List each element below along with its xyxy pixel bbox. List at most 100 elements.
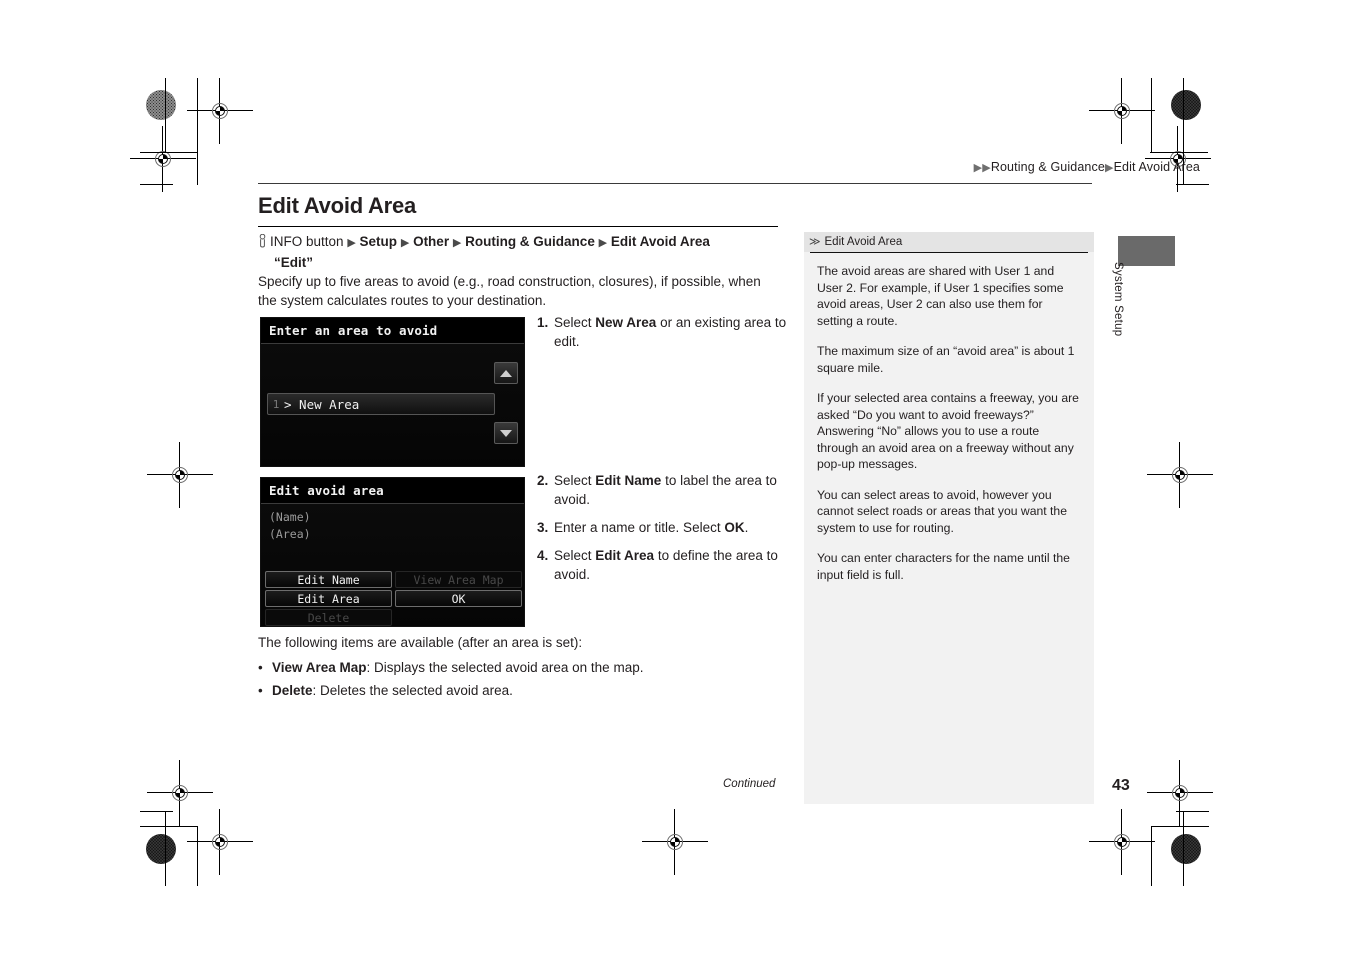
nav-item-routing-guidance[interactable]: Routing & Guidance	[465, 234, 595, 249]
breadcrumb-arrow-icon: ▶	[973, 162, 983, 174]
sidebar-header: ≫ Edit Avoid Area	[804, 232, 1094, 252]
corner-line	[1151, 826, 1209, 828]
sidebar-paragraph: If your selected area contains a freeway…	[817, 391, 1079, 472]
step-item: 4. Select Edit Area to define the area t…	[537, 546, 787, 584]
crosshair-bottom-center	[642, 809, 708, 875]
sidebar-body: The avoid areas are shared with User 1 a…	[804, 253, 1094, 583]
nav-item-edit-avoid-area[interactable]: Edit Avoid Area	[611, 234, 710, 249]
step-text: Enter a name or title. Select OK.	[554, 518, 787, 537]
crosshair-top-left-outer	[130, 126, 196, 192]
crosshair-top-right-inner	[1089, 78, 1155, 144]
sidebar-paragraph: The maximum size of an “avoid area” is a…	[817, 344, 1075, 375]
corner-line	[140, 826, 198, 828]
button-row: Edit Area OK	[265, 590, 522, 607]
crosshair-bottom-left-inner	[187, 809, 253, 875]
step-pre: Select	[554, 473, 596, 488]
breadcrumb-arrow-icon: ▶	[982, 162, 991, 174]
step-text: Select Edit Name to label the area to av…	[554, 471, 787, 509]
triangle-down-icon	[500, 429, 512, 437]
nav-arrow-icon: ▶	[347, 237, 356, 249]
section-tab-marker	[1118, 236, 1175, 266]
step-pre: Select	[554, 315, 596, 330]
field-name-placeholder: (Name)	[269, 510, 311, 524]
ok-button[interactable]: OK	[395, 590, 522, 607]
corner-line	[140, 184, 173, 186]
nav-arrow-icon: ▶	[452, 237, 462, 249]
step-pre: Select	[554, 548, 596, 563]
step-number: 1.	[537, 315, 549, 330]
step-number: 2.	[537, 473, 549, 488]
halftone-dot-bottom-right	[1171, 834, 1201, 864]
triangle-up-icon	[500, 369, 512, 377]
step-bold: OK	[724, 520, 745, 535]
crosshair-bottom-left-outer	[147, 760, 213, 826]
list-item: • Delete: Deletes the selected avoid are…	[258, 681, 788, 700]
screen2-title: Edit avoid area	[269, 483, 384, 498]
crosshair-bottom-right-outer	[1147, 760, 1213, 826]
scroll-up-button[interactable]	[494, 362, 518, 384]
nav-arrow-icon: ▶	[400, 237, 410, 249]
navigation-path: INFO button ▶ Setup ▶ Other ▶ Routing & …	[258, 232, 788, 272]
nav-screen-edit-avoid-area: Edit avoid area (Name) (Area) Edit Name …	[260, 477, 525, 627]
list-item: • View Area Map: Displays the selected a…	[258, 658, 788, 677]
bullet-desc: : Displays the selected avoid area on th…	[366, 660, 644, 675]
title-rule	[258, 226, 778, 228]
nav-item-other[interactable]: Other	[413, 234, 449, 249]
corner-line	[197, 78, 199, 185]
halftone-dot-top-right	[1171, 90, 1201, 120]
breadcrumb-arrow-icon: ▶	[1104, 162, 1114, 174]
edit-name-button[interactable]: Edit Name	[265, 571, 392, 588]
sidebar-title: Edit Avoid Area	[824, 236, 903, 248]
crosshair-left-middle	[147, 442, 213, 508]
bullet-icon: •	[258, 660, 263, 675]
empty-button-slot	[395, 609, 522, 626]
step-number: 3.	[537, 520, 549, 535]
crosshair-bottom-right-inner	[1089, 809, 1155, 875]
step-list-2: 2. Select Edit Name to label the area to…	[537, 471, 787, 593]
screen-title-divider	[261, 503, 524, 504]
delete-button: Delete	[265, 609, 392, 626]
hand-press-icon	[258, 233, 267, 253]
step-bold: New Area	[595, 315, 657, 330]
nav-screen-enter-area-to-avoid: Enter an area to avoid 1 > New Area	[260, 317, 525, 467]
bullet-desc: : Deletes the selected avoid area.	[312, 683, 513, 698]
step-item: 1. Select New Area or an existing area t…	[537, 313, 787, 351]
nav-start-label: INFO button	[270, 234, 344, 249]
button-row: Delete	[265, 609, 522, 626]
screen2-button-grid: Edit Name View Area Map Edit Area OK Del…	[265, 571, 522, 626]
available-items-lead: The following items are available (after…	[258, 635, 583, 650]
nav-item-edit-quoted[interactable]: “Edit”	[274, 255, 313, 270]
continued-label: Continued	[723, 778, 776, 790]
available-items-list: • View Area Map: Displays the selected a…	[258, 654, 788, 700]
step-bold: Edit Area	[595, 548, 655, 563]
sidebar-paragraph: You can select areas to avoid, however y…	[817, 487, 1067, 535]
step-post: .	[744, 520, 749, 535]
corner-line	[197, 826, 199, 886]
page-title: Edit Avoid Area	[258, 193, 417, 218]
step-item: 2. Select Edit Name to label the area to…	[537, 471, 787, 509]
scroll-down-button[interactable]	[494, 422, 518, 444]
bullet-text: View Area Map: Displays the selected avo…	[272, 658, 643, 677]
corner-line	[1151, 78, 1153, 153]
edit-area-button[interactable]: Edit Area	[265, 590, 392, 607]
bullet-icon: •	[258, 683, 263, 698]
double-chevron-icon: ≫	[809, 235, 821, 248]
section-tab-label: System Setup	[1112, 262, 1124, 337]
nav-item-setup[interactable]: Setup	[360, 234, 398, 249]
nav-arrow-icon: ▶	[598, 237, 608, 249]
step-list-1: 1. Select New Area or an existing area t…	[537, 313, 787, 360]
list-item-new-area[interactable]: 1 > New Area	[267, 393, 495, 415]
breadcrumb-page: Edit Avoid Area	[1113, 160, 1200, 174]
screen-title-divider	[261, 343, 524, 344]
step-number: 4.	[537, 548, 549, 563]
step-text: Select New Area or an existing area to e…	[554, 313, 787, 351]
step-text: Select Edit Area to define the area to a…	[554, 546, 787, 584]
corner-line	[165, 78, 167, 153]
crosshair-right-middle	[1147, 442, 1213, 508]
corner-line	[1150, 152, 1208, 154]
corner-line	[165, 811, 167, 886]
step-bold: Edit Name	[595, 473, 662, 488]
list-item-label: > New Area	[284, 396, 360, 412]
screen1-title: Enter an area to avoid	[269, 323, 438, 338]
header-rule	[258, 183, 1092, 184]
